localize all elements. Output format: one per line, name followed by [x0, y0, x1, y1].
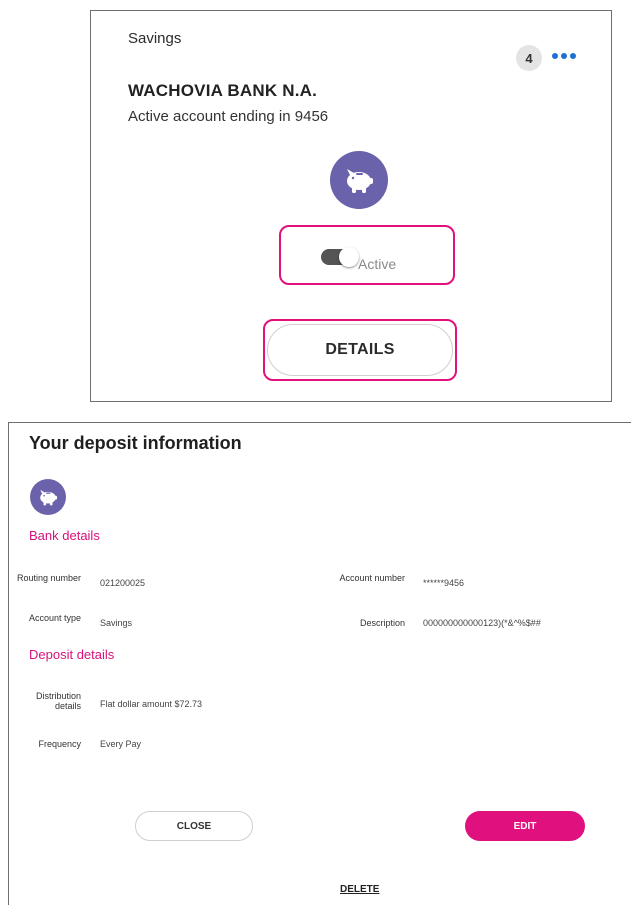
deposit-details-heading: Deposit details [29, 647, 115, 662]
description-label: Description [359, 618, 405, 628]
routing-number-value: 021200025 [100, 578, 146, 588]
distribution-details-value: Flat dollar amount $72.73 [100, 699, 203, 709]
page-title: Your deposit information [29, 433, 242, 453]
distribution-details-label: Distribution details [35, 691, 81, 711]
account-number-value: ******9456 [423, 578, 465, 588]
piggy-bank-icon [30, 479, 66, 515]
account-type-value: Savings [100, 618, 133, 628]
account-number-label: Account number [339, 573, 405, 583]
delete-link[interactable]: DELETE [340, 884, 379, 895]
more-options-icon[interactable] [552, 53, 576, 59]
frequency-value: Every Pay [100, 739, 142, 749]
piggy-bank-icon [330, 151, 388, 209]
details-button[interactable]: DETAILS [267, 324, 453, 376]
account-card: Savings 4 WACHOVIA BANK N.A. Active acco… [90, 10, 612, 402]
edit-button[interactable]: EDIT [465, 811, 585, 841]
account-status-line: Active account ending in 9456 [128, 108, 329, 125]
frequency-label: Frequency [38, 739, 81, 749]
deposit-info-panel: Your deposit information Bank details Ro… [8, 422, 631, 905]
routing-number-label: Routing number [16, 573, 81, 583]
account-type-label: Savings [128, 30, 182, 47]
count-badge: 4 [516, 45, 542, 71]
description-value: 000000000000123)(*&^%$## [423, 618, 541, 628]
toggle-label: Active [358, 256, 397, 272]
bank-name: WACHOVIA BANK N.A. [128, 81, 318, 100]
bank-details-heading: Bank details [29, 528, 100, 543]
toggle-highlight [279, 225, 455, 285]
active-toggle[interactable] [321, 247, 361, 267]
account-type-label: Account type [28, 613, 81, 623]
close-button[interactable]: CLOSE [135, 811, 253, 841]
